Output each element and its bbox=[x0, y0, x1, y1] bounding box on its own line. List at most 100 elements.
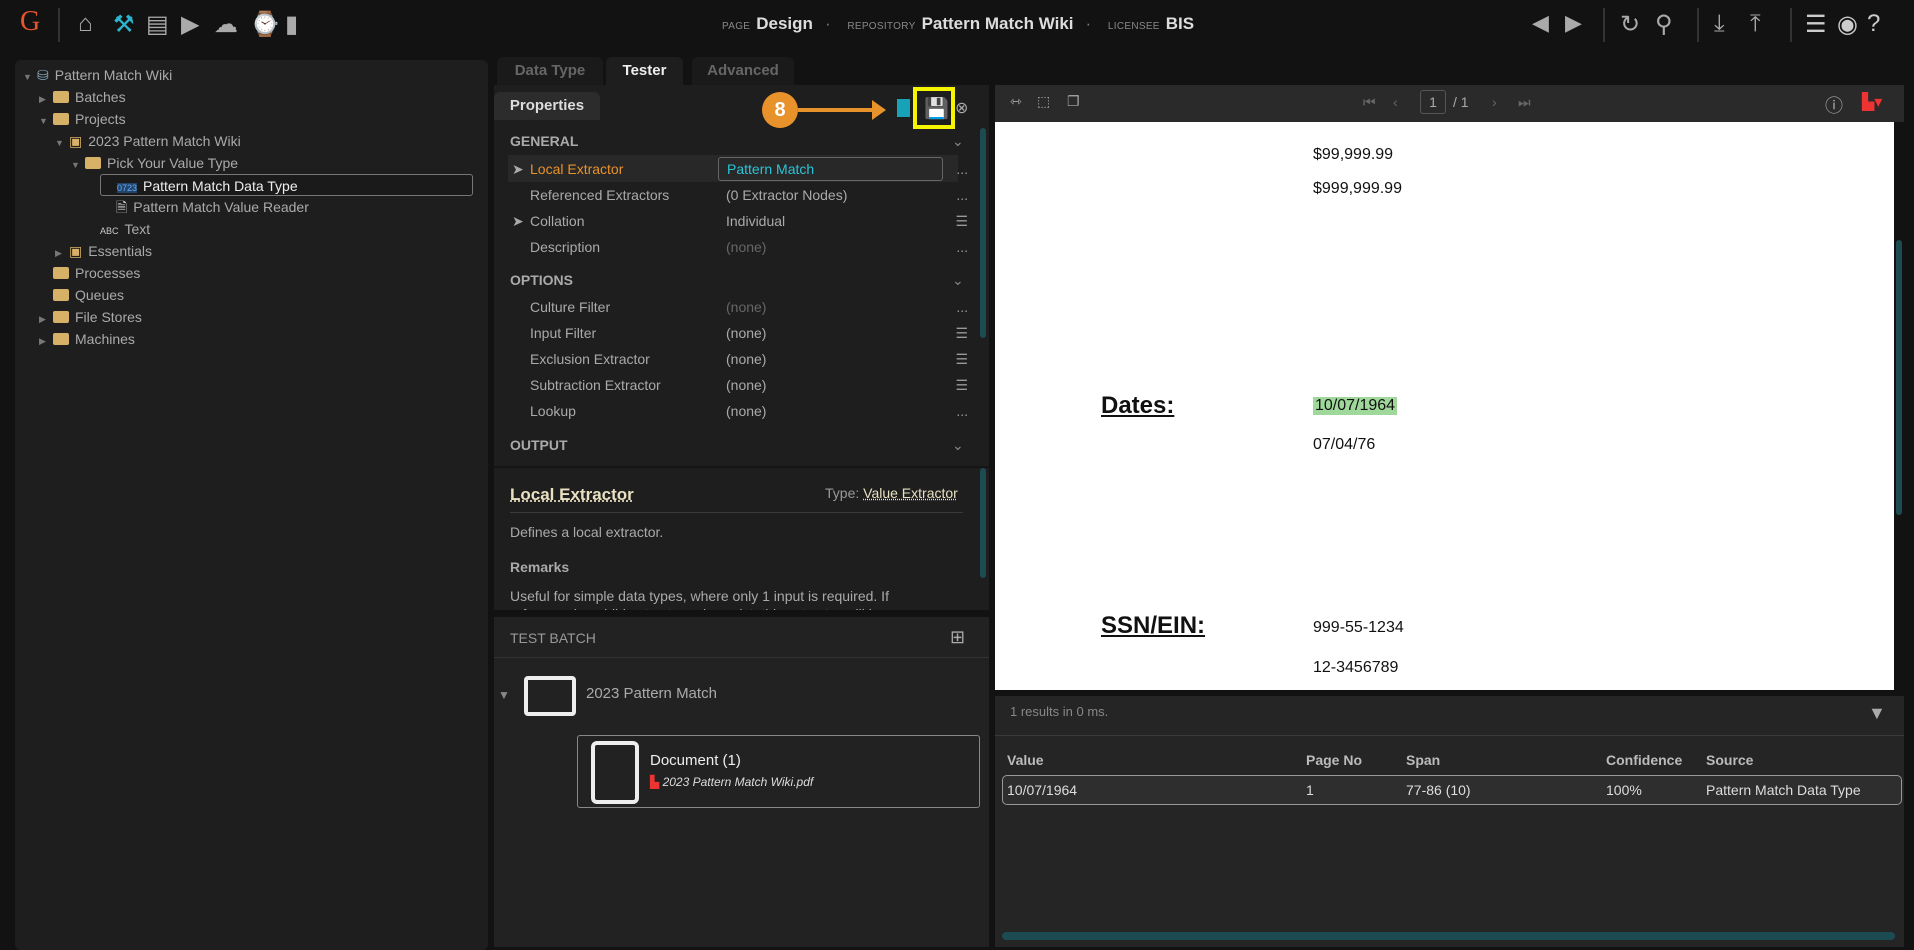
cloud-upload-icon[interactable]: ☁ bbox=[214, 10, 238, 39]
cell-confidence: 100% bbox=[1606, 782, 1642, 798]
prop-lookup[interactable]: Lookup (none)... bbox=[508, 398, 968, 424]
test-batch-title: TEST BATCH bbox=[510, 630, 596, 646]
folder-icon bbox=[53, 267, 69, 279]
chevron-down-icon[interactable]: ⌄ bbox=[952, 133, 964, 150]
pdf-export-icon[interactable]: ▙▾ bbox=[1862, 92, 1882, 112]
prop-exclusion-extractor[interactable]: Exclusion Extractor (none) ☰ bbox=[508, 346, 968, 372]
folder-icon bbox=[53, 289, 69, 301]
tree-item-machines[interactable]: ▶ Machines bbox=[39, 328, 135, 350]
viewer-toolbar: ⇿ ⬚ ❐ ⏮ ‹ 1 / 1 › ⏭ ⓘ ▙▾ bbox=[995, 85, 1904, 122]
page-total: / 1 bbox=[1453, 94, 1469, 110]
home-icon[interactable]: ⌂ bbox=[78, 10, 93, 38]
prev-page-icon[interactable]: ‹ bbox=[1393, 94, 1398, 110]
chart-toggle-icon[interactable] bbox=[897, 99, 910, 117]
tree-item-batches[interactable]: ▶ Batches bbox=[39, 86, 126, 108]
doc-amount: $999,999.99 bbox=[1313, 180, 1402, 197]
licensee-label: LICENSEE bbox=[1107, 21, 1160, 32]
tree-item-essentials[interactable]: ▶ ▣ Essentials bbox=[55, 240, 152, 262]
doc-ein: 12-3456789 bbox=[1313, 659, 1399, 676]
batch-folder-name[interactable]: 2023 Pattern Match bbox=[586, 685, 717, 702]
column-header-source[interactable]: Source bbox=[1706, 752, 1753, 768]
tab-tester[interactable]: Tester bbox=[606, 57, 683, 85]
fit-width-icon[interactable]: ⇿ bbox=[1010, 93, 1022, 110]
project-icon: ▣ bbox=[69, 133, 83, 149]
refresh-icon[interactable]: ↻ bbox=[1620, 10, 1640, 39]
type-link[interactable]: Value Extractor bbox=[863, 485, 958, 501]
back-icon[interactable]: ◀ bbox=[1532, 10, 1549, 36]
tree-item-queues[interactable]: Queues bbox=[53, 284, 124, 306]
help-icon[interactable]: ? bbox=[1867, 10, 1880, 38]
download-icon[interactable]: ⤓ bbox=[1714, 10, 1725, 38]
tab-advanced[interactable]: Advanced bbox=[692, 57, 794, 85]
step-callout-badge: 8 bbox=[762, 92, 798, 128]
tree-item-root[interactable]: ▼ ⛁ Pattern Match Wiki bbox=[23, 64, 172, 86]
prop-local-extractor[interactable]: ➤ Local Extractor Pattern Match... bbox=[508, 156, 968, 182]
next-page-icon[interactable]: › bbox=[1492, 94, 1497, 110]
tree-item-project[interactable]: ▼ ▣ 2023 Pattern Match Wiki bbox=[55, 130, 241, 152]
upload-icon[interactable]: ⤒ bbox=[1750, 10, 1761, 38]
flashlight-icon[interactable]: ▼ bbox=[1868, 703, 1886, 724]
help-remarks-text: Useful for simple data types, where only… bbox=[510, 588, 889, 610]
tools-icon[interactable]: ⚒ bbox=[113, 10, 135, 39]
prop-referenced-extractors[interactable]: Referenced Extractors (0 Extractor Nodes)… bbox=[508, 182, 968, 208]
tree-item-selected[interactable]: 0723 Pattern Match Data Type bbox=[100, 174, 473, 196]
prop-input-filter[interactable]: Input Filter (none) ☰ bbox=[508, 320, 968, 346]
properties-scrollbar[interactable] bbox=[980, 128, 986, 338]
tab-data-type[interactable]: Data Type bbox=[497, 57, 603, 85]
close-icon[interactable]: ⊗ bbox=[955, 98, 968, 118]
divider bbox=[58, 8, 60, 42]
column-header-value[interactable]: Value bbox=[1007, 752, 1044, 768]
copy-icon[interactable]: ❐ bbox=[1067, 93, 1080, 110]
results-summary: 1 results in 0 ms. bbox=[1010, 704, 1109, 719]
doc-date-highlighted[interactable]: 10/07/1964 bbox=[1313, 397, 1398, 415]
column-header-page-no[interactable]: Page No bbox=[1306, 752, 1362, 768]
help-scrollbar[interactable] bbox=[980, 468, 986, 578]
folder-icon bbox=[53, 333, 69, 345]
user-icon[interactable]: ◉ bbox=[1837, 10, 1858, 39]
tree-item-projects[interactable]: ▼ Projects bbox=[39, 108, 126, 130]
database-icon[interactable]: ☰ bbox=[1805, 10, 1827, 39]
info-icon[interactable]: ⓘ bbox=[1825, 92, 1843, 118]
play-box-icon[interactable]: ▶ bbox=[181, 10, 199, 39]
tree-item-processes[interactable]: Processes bbox=[53, 262, 140, 284]
divider bbox=[510, 512, 963, 513]
column-header-span[interactable]: Span bbox=[1406, 752, 1440, 768]
save-icon[interactable]: 💾 bbox=[924, 96, 949, 121]
help-title: Local Extractor bbox=[510, 485, 634, 504]
divider bbox=[1697, 8, 1699, 42]
tree-item-text[interactable]: ABC Text bbox=[100, 218, 150, 240]
tree-item-value-reader[interactable]: 🗎 Pattern Match Value Reader bbox=[116, 196, 309, 218]
help-remarks-heading: Remarks bbox=[510, 559, 570, 575]
chevron-down-icon[interactable]: ⌄ bbox=[952, 272, 964, 289]
tree-item-folder[interactable]: ▼ Pick Your Value Type bbox=[71, 152, 238, 174]
briefcase-clock-icon[interactable]: ⌚ bbox=[250, 10, 280, 39]
prop-collation[interactable]: ➤ Collation Individual ☰ bbox=[508, 208, 968, 234]
fit-page-icon[interactable]: ⬚ bbox=[1037, 93, 1050, 110]
first-page-icon[interactable]: ⏮ bbox=[1363, 94, 1376, 111]
bar-chart-icon[interactable]: ▮ bbox=[285, 10, 298, 39]
text-icon: ABC bbox=[100, 226, 119, 236]
viewer-scrollbar[interactable] bbox=[1896, 240, 1902, 515]
column-header-confidence[interactable]: Confidence bbox=[1606, 752, 1682, 768]
prop-subtraction-extractor[interactable]: Subtraction Extractor (none) ☰ bbox=[508, 372, 968, 398]
logo[interactable]: G bbox=[20, 6, 40, 38]
tab-properties[interactable]: Properties bbox=[494, 92, 600, 120]
collapse-triangle-icon[interactable]: ▼ bbox=[498, 688, 510, 702]
forward-icon[interactable]: ▶ bbox=[1565, 10, 1582, 36]
prop-description[interactable]: Description (none)... bbox=[508, 234, 968, 260]
repository-icon: ⛁ bbox=[37, 67, 49, 83]
tree-item-file-stores[interactable]: ▶ File Stores bbox=[39, 306, 142, 328]
archive-icon[interactable]: ▤ bbox=[146, 10, 169, 39]
chevron-down-icon[interactable]: ⌄ bbox=[952, 437, 964, 454]
cell-page-no: 1 bbox=[1306, 782, 1314, 798]
folder-icon bbox=[53, 311, 69, 323]
search-icon[interactable]: ⚲ bbox=[1655, 10, 1673, 39]
divider bbox=[1790, 8, 1792, 42]
divider bbox=[494, 657, 989, 658]
prop-culture-filter[interactable]: Culture Filter (none)... bbox=[508, 294, 968, 320]
last-page-icon[interactable]: ⏭ bbox=[1518, 94, 1531, 111]
pdf-icon: ▙ bbox=[650, 775, 660, 789]
results-horizontal-scrollbar[interactable] bbox=[1002, 932, 1895, 940]
tree-view-icon[interactable]: ⊞ bbox=[950, 627, 965, 648]
page-number-input[interactable]: 1 bbox=[1420, 90, 1446, 114]
